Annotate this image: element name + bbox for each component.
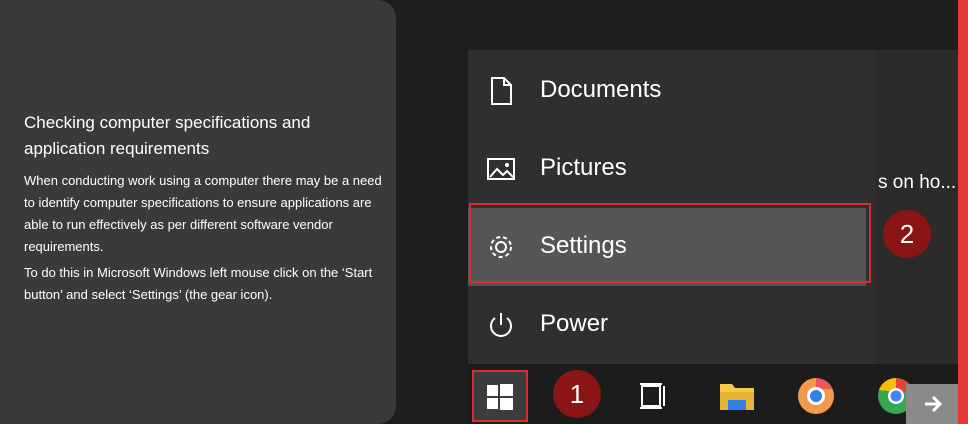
accent-edge (958, 0, 968, 424)
menu-item-power[interactable]: Power (468, 286, 876, 364)
next-button[interactable] (906, 384, 960, 424)
menu-item-label: Documents (540, 76, 662, 103)
step-badge-1: 1 (553, 370, 601, 418)
card-paragraph-2: To do this in Microsoft Windows left mou… (24, 265, 373, 302)
background-window-text: s on ho... (878, 172, 957, 193)
menu-item-documents[interactable]: Documents (468, 52, 876, 130)
card-title: Checking computer specifications and app… (24, 113, 311, 158)
start-button[interactable] (472, 370, 528, 422)
document-icon (491, 77, 512, 105)
instruction-card: Checking computer specifications and app… (0, 0, 396, 424)
menu-item-pictures[interactable]: Pictures (468, 130, 876, 208)
menu-item-label: Power (540, 310, 609, 337)
image-icon (487, 158, 515, 180)
browser-icon[interactable] (796, 376, 836, 416)
background-window (876, 50, 958, 364)
card-paragraph-1: When conducting work using a computer th… (24, 173, 382, 254)
arrow-right-icon (925, 395, 943, 413)
task-view-icon[interactable] (638, 380, 670, 412)
windows-logo-icon (487, 384, 513, 410)
file-explorer-icon[interactable] (718, 378, 756, 414)
power-icon (490, 313, 512, 337)
settings-highlight-box (469, 203, 871, 283)
menu-item-label: Pictures (540, 154, 627, 181)
step-badge-2: 2 (883, 210, 931, 258)
